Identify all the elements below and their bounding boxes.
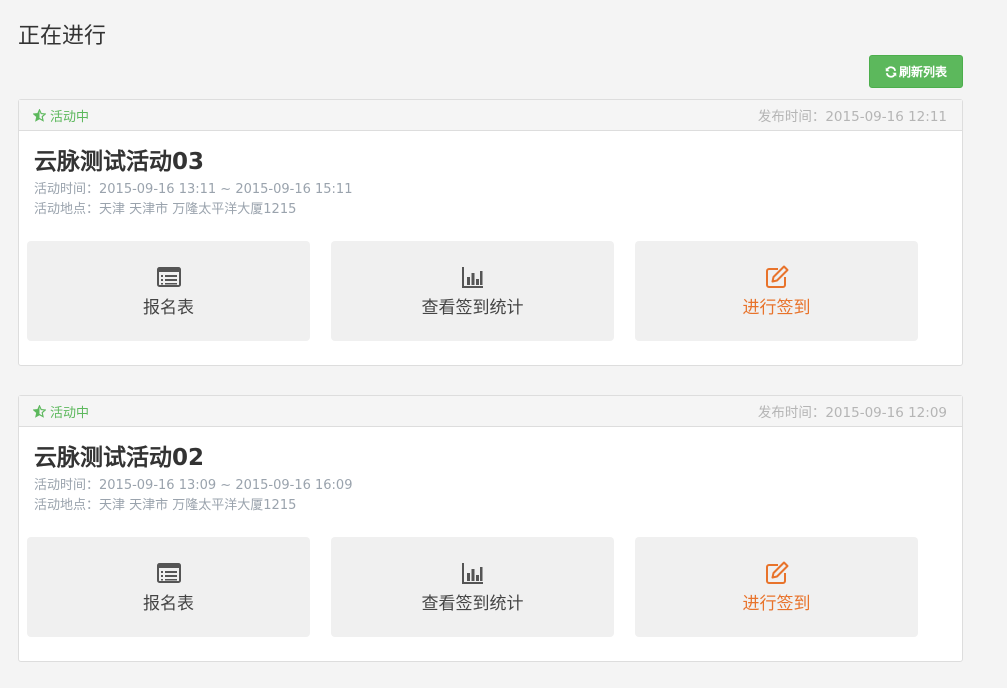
list-icon <box>156 562 181 583</box>
event-card: 活动中 发布时间：2015-09-16 12:11 云脉测试活动03 活动时间：… <box>18 99 963 366</box>
event-location-value: 天津 天津市 万隆太平洋大厦1215 <box>99 498 297 513</box>
page-title: 正在进行 <box>18 24 107 49</box>
do-signin-button[interactable]: 进行签到 <box>635 241 918 341</box>
registration-form-button[interactable]: 报名表 <box>27 537 310 637</box>
card-header: 活动中 发布时间：2015-09-16 12:11 <box>19 100 962 131</box>
publish-time-value: 2015-09-16 12:11 <box>825 109 947 125</box>
event-time-value: 2015-09-16 13:09 ~ 2015-09-16 16:09 <box>99 478 353 493</box>
event-time-label: 活动时间： <box>34 182 100 197</box>
event-location: 活动地点： 天津 天津市 万隆太平洋大厦1215 <box>34 200 947 220</box>
event-location-label: 活动地点： <box>34 202 100 217</box>
event-time-label: 活动时间： <box>34 478 100 493</box>
star-half-icon <box>33 404 46 418</box>
status-label: 活动中 <box>50 405 90 421</box>
registration-form-label: 报名表 <box>143 593 194 614</box>
edit-icon <box>765 265 788 288</box>
star-half-icon <box>33 108 46 122</box>
signin-stats-label: 查看签到统计 <box>421 593 524 614</box>
bar-chart-icon <box>461 266 483 288</box>
bar-chart-icon <box>461 562 483 584</box>
registration-form-button[interactable]: 报名表 <box>27 241 310 341</box>
do-signin-label: 进行签到 <box>742 297 811 318</box>
event-location: 活动地点： 天津 天津市 万隆太平洋大厦1215 <box>34 496 947 516</box>
status-badge: 活动中 <box>33 402 89 421</box>
refresh-icon <box>885 65 897 78</box>
signin-stats-button[interactable]: 查看签到统计 <box>331 241 614 341</box>
event-time-value: 2015-09-16 13:11 ~ 2015-09-16 15:11 <box>99 182 353 197</box>
registration-form-label: 报名表 <box>143 297 194 318</box>
event-title: 云脉测试活动02 <box>34 445 205 471</box>
signin-stats-button[interactable]: 查看签到统计 <box>331 537 614 637</box>
edit-icon <box>765 561 788 584</box>
refresh-list-label: 刷新列表 <box>898 65 947 79</box>
event-card: 活动中 发布时间：2015-09-16 12:09 云脉测试活动02 活动时间：… <box>18 395 963 662</box>
event-location-label: 活动地点： <box>34 498 100 513</box>
publish-time-label: 发布时间： <box>757 405 826 421</box>
event-time: 活动时间： 2015-09-16 13:11 ~ 2015-09-16 15:11 <box>34 180 947 200</box>
status-badge: 活动中 <box>33 106 89 125</box>
event-location-value: 天津 天津市 万隆太平洋大厦1215 <box>99 202 297 217</box>
publish-time-label: 发布时间： <box>757 109 826 125</box>
publish-time-value: 2015-09-16 12:09 <box>825 405 947 421</box>
event-title: 云脉测试活动03 <box>34 149 205 175</box>
signin-stats-label: 查看签到统计 <box>421 297 524 318</box>
event-time: 活动时间： 2015-09-16 13:09 ~ 2015-09-16 16:09 <box>34 476 947 496</box>
status-label: 活动中 <box>50 109 90 125</box>
refresh-list-button[interactable]: 刷新列表 <box>869 55 963 88</box>
do-signin-button[interactable]: 进行签到 <box>635 537 918 637</box>
do-signin-label: 进行签到 <box>742 593 811 614</box>
publish-time: 发布时间：2015-09-16 12:11 <box>758 105 947 125</box>
card-header: 活动中 发布时间：2015-09-16 12:09 <box>19 396 962 427</box>
publish-time: 发布时间：2015-09-16 12:09 <box>758 401 947 421</box>
list-icon <box>156 266 181 287</box>
